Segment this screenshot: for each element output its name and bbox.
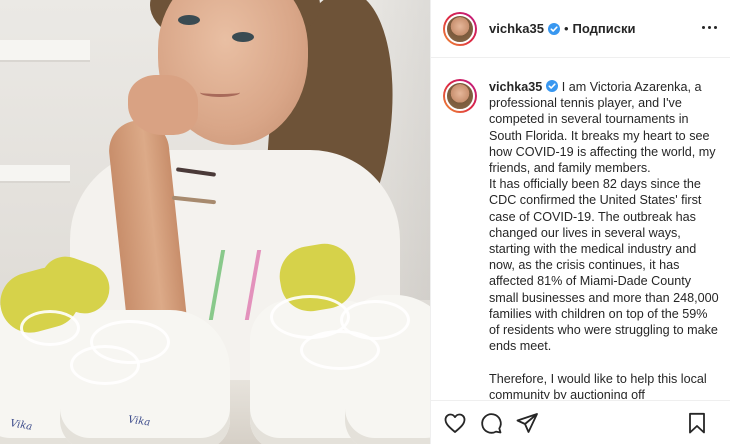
caption-area: vichka35 I am Victoria Azarenka, a profe…: [431, 59, 730, 399]
comment-icon[interactable]: [479, 411, 503, 435]
header-username[interactable]: vichka35: [489, 21, 544, 36]
hand: [128, 75, 198, 135]
post-header: vichka35 • Подписки: [431, 0, 730, 58]
verified-badge-icon: [547, 22, 560, 35]
avatar[interactable]: [443, 11, 477, 46]
eye: [178, 15, 200, 25]
avatar-image: [445, 13, 475, 44]
mouth: [200, 88, 240, 97]
shoelace: [20, 310, 80, 346]
more-horizontal-icon[interactable]: [701, 22, 719, 36]
eye: [232, 32, 254, 42]
shoelace: [70, 345, 140, 385]
bookmark-icon[interactable]: [685, 411, 709, 435]
paper-plane-icon[interactable]: [515, 411, 539, 435]
caption: vichka35 I am Victoria Azarenka, a profe…: [489, 79, 719, 399]
avatar-image: [445, 81, 475, 111]
caption-avatar[interactable]: [443, 79, 477, 113]
shoelace: [300, 330, 380, 370]
instagram-post: Vika Vika vichka35 • Подписки vichka35 I: [0, 0, 730, 444]
heart-icon[interactable]: [443, 411, 467, 435]
caption-username[interactable]: vichka35: [489, 80, 542, 94]
separator-dot: •: [563, 21, 569, 36]
following-button[interactable]: Подписки: [573, 21, 636, 36]
wall-shelf: [0, 40, 90, 62]
post-photo[interactable]: Vika Vika: [0, 0, 430, 444]
caption-text: I am Victoria Azarenka, a professional t…: [489, 80, 719, 399]
post-side-panel: vichka35 • Подписки vichka35 I am Victor…: [430, 0, 730, 444]
verified-badge-icon: [546, 80, 559, 92]
wall-shelf: [0, 165, 70, 183]
action-bar: [431, 400, 730, 444]
